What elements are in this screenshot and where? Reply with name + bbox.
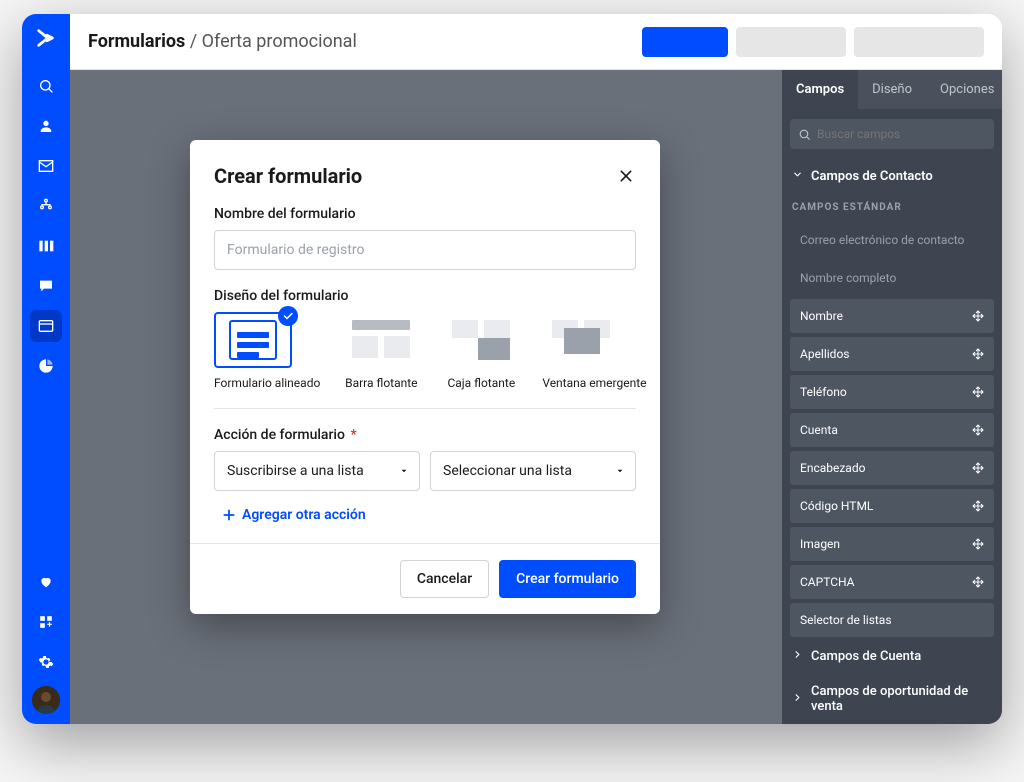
field-item[interactable]: Imagen bbox=[790, 527, 994, 561]
topbar-button-1[interactable] bbox=[736, 27, 846, 57]
field-item[interactable]: Código HTML bbox=[790, 489, 994, 523]
favorites-icon[interactable] bbox=[30, 566, 62, 598]
chevron-down-icon bbox=[792, 169, 803, 184]
avatar[interactable] bbox=[32, 686, 60, 714]
list-select[interactable]: Seleccionar una lista bbox=[430, 451, 636, 491]
chevron-right-icon bbox=[792, 649, 803, 664]
form-design-label: Diseño del formulario bbox=[214, 288, 636, 304]
design-option-floating-bar[interactable]: Barra flotante bbox=[342, 312, 420, 390]
field-item[interactable]: Apellidos bbox=[790, 337, 994, 371]
field-item[interactable]: Nombre bbox=[790, 299, 994, 333]
field-item[interactable]: Teléfono bbox=[790, 375, 994, 409]
drag-icon bbox=[972, 310, 984, 322]
drag-icon bbox=[972, 538, 984, 550]
email-icon[interactable] bbox=[30, 150, 62, 182]
chat-icon[interactable] bbox=[30, 270, 62, 302]
design-options: Formulario alineado Barra flotante Caja … bbox=[214, 312, 636, 390]
section-contact-fields[interactable]: Campos de Contacto bbox=[782, 159, 1002, 194]
tab-options[interactable]: Opciones bbox=[926, 70, 1002, 109]
breadcrumb-current: Oferta promocional bbox=[202, 31, 357, 52]
main-column: Formularios / Oferta promocional Crear f… bbox=[70, 14, 1002, 724]
contacts-icon[interactable] bbox=[30, 110, 62, 142]
side-nav bbox=[22, 14, 70, 724]
search-icon bbox=[798, 128, 811, 141]
drag-icon bbox=[972, 386, 984, 398]
panel-tabs: Campos Diseño Opciones bbox=[782, 70, 1002, 109]
form-name-input[interactable] bbox=[214, 230, 636, 270]
form-name-label: Nombre del formulario bbox=[214, 206, 636, 222]
subhead-standard-fields: CAMPOS ESTÁNDAR bbox=[782, 194, 1002, 219]
add-action-button[interactable]: Agregar otra acción bbox=[214, 505, 636, 543]
tab-fields[interactable]: Campos bbox=[782, 70, 858, 109]
settings-icon[interactable] bbox=[30, 646, 62, 678]
caret-down-icon bbox=[399, 466, 409, 476]
caret-down-icon bbox=[615, 466, 625, 476]
field-item[interactable]: Encabezado bbox=[790, 451, 994, 485]
apps-icon[interactable] bbox=[30, 606, 62, 638]
topbar-button-2[interactable] bbox=[854, 27, 984, 57]
modal-title: Crear formulario bbox=[214, 164, 362, 188]
field-item[interactable]: CAPTCHA bbox=[790, 565, 994, 599]
search-icon[interactable] bbox=[30, 70, 62, 102]
section-deal-fields[interactable]: Campos de oportunidad de venta bbox=[782, 674, 1002, 724]
design-option-modal[interactable]: Ventana emergente bbox=[542, 312, 646, 390]
design-option-inline[interactable]: Formulario alineado bbox=[214, 312, 320, 390]
top-bar: Formularios / Oferta promocional bbox=[70, 14, 1002, 70]
cancel-button[interactable]: Cancelar bbox=[400, 560, 489, 598]
topbar-primary-button[interactable] bbox=[642, 27, 728, 57]
field-locked: Correo electrónico de contacto bbox=[790, 223, 994, 257]
drag-icon bbox=[972, 348, 984, 360]
chevron-right-icon bbox=[792, 692, 803, 707]
drag-icon bbox=[972, 424, 984, 436]
drag-icon bbox=[972, 576, 984, 588]
breadcrumb: Formularios / Oferta promocional bbox=[88, 31, 357, 52]
field-item[interactable]: Selector de listas bbox=[790, 603, 994, 637]
action-type-select[interactable]: Suscribirse a una lista bbox=[214, 451, 420, 491]
plus-icon bbox=[222, 508, 236, 522]
create-form-modal: Crear formulario Nombre del formulario D… bbox=[190, 140, 660, 614]
forms-icon[interactable] bbox=[30, 310, 62, 342]
deals-icon[interactable] bbox=[30, 230, 62, 262]
create-form-button[interactable]: Crear formulario bbox=[499, 560, 636, 598]
field-search-input[interactable] bbox=[817, 127, 986, 141]
design-option-floating-box[interactable]: Caja flotante bbox=[442, 312, 520, 390]
field-search[interactable] bbox=[790, 119, 994, 149]
right-panel: Campos Diseño Opciones Campos de Contact… bbox=[782, 70, 1002, 724]
section-account-fields[interactable]: Campos de Cuenta bbox=[782, 639, 1002, 674]
workspace: Crear formulario Nombre del formulario D… bbox=[70, 70, 1002, 724]
canvas: Crear formulario Nombre del formulario D… bbox=[70, 70, 782, 724]
automation-icon[interactable] bbox=[30, 190, 62, 222]
tab-design[interactable]: Diseño bbox=[858, 70, 926, 109]
field-locked: Nombre completo bbox=[790, 261, 994, 295]
app-frame: Formularios / Oferta promocional Crear f… bbox=[22, 14, 1002, 724]
divider bbox=[214, 408, 636, 409]
reports-icon[interactable] bbox=[30, 350, 62, 382]
field-item[interactable]: Cuenta bbox=[790, 413, 994, 447]
breadcrumb-section[interactable]: Formularios bbox=[88, 31, 185, 52]
form-action-label: Acción de formulario * bbox=[214, 427, 636, 443]
close-icon[interactable] bbox=[616, 166, 636, 186]
drag-icon bbox=[972, 462, 984, 474]
logo-icon bbox=[32, 24, 60, 52]
check-icon bbox=[278, 306, 298, 326]
drag-icon bbox=[972, 500, 984, 512]
